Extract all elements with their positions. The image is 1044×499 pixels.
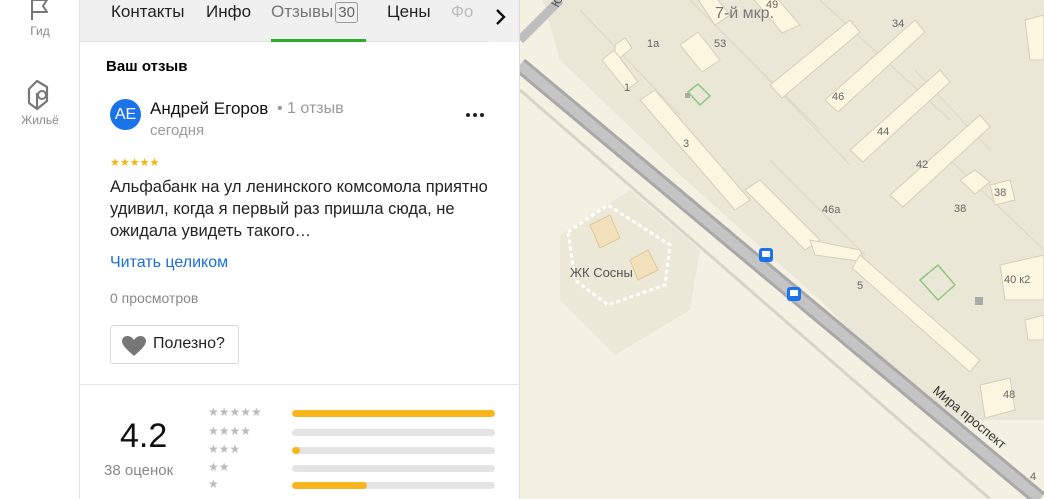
tabs-scroll-right-button[interactable] xyxy=(480,0,519,42)
tab-info[interactable]: Инфо xyxy=(206,2,251,22)
tab-label: Отзывы xyxy=(271,2,334,21)
rail-item-label: Гид xyxy=(30,24,50,38)
bus-stop-icon[interactable] xyxy=(787,287,801,301)
house-number: 46 xyxy=(832,91,844,103)
distribution-bar-fill xyxy=(292,482,368,489)
heart-icon xyxy=(122,336,146,356)
tab-contacts[interactable]: Контакты xyxy=(111,2,184,22)
tab-prices[interactable]: Цены xyxy=(387,2,431,22)
complex-label: ЖК Сосны xyxy=(570,265,633,280)
useful-label: Полезно? xyxy=(153,335,225,352)
author-review-count: • 1 отзыв xyxy=(277,100,344,117)
house-number: 44 xyxy=(877,126,889,138)
distribution-stars: ★★★★ xyxy=(208,424,252,438)
house-number: 4 xyxy=(1030,471,1036,483)
map-marker xyxy=(685,93,690,98)
org-panel: Контакты Инфо Отзывы 30 Цены Фо Ваш отзыв… xyxy=(80,0,520,499)
read-more-link[interactable]: Читать целиком xyxy=(110,254,228,272)
rail-item-guide[interactable]: Гид xyxy=(0,0,80,38)
rating-value: 4.2 xyxy=(120,417,168,455)
house-number: 38 xyxy=(994,187,1006,199)
map-marker xyxy=(975,297,983,305)
distribution-bar xyxy=(292,482,495,489)
distribution-bar xyxy=(292,447,495,454)
map-view[interactable]: Юно Мира проспект xyxy=(520,0,1044,499)
house-number: 49 xyxy=(766,0,778,11)
more-options-icon[interactable] xyxy=(462,110,488,122)
map-canvas[interactable]: Юно Мира проспект xyxy=(520,0,1044,499)
rating-count: 38 оценок xyxy=(104,462,174,479)
house-number: 1а xyxy=(647,38,660,50)
house-number: 3 xyxy=(683,138,689,150)
tab-photos[interactable]: Фо xyxy=(451,2,473,22)
bus-stop-icon[interactable] xyxy=(759,248,773,262)
house-number: 48 xyxy=(1003,389,1015,401)
distribution-bar-fill xyxy=(292,447,301,454)
reviews-count-badge: 30 xyxy=(335,2,358,23)
distribution-stars: ★★★★★ xyxy=(208,405,262,419)
distribution-stars: ★★★ xyxy=(208,442,241,456)
house-number: 40 к2 xyxy=(1004,274,1030,286)
rail-item-housing[interactable]: Жильё xyxy=(0,79,80,127)
review-text: Альфабанк на ул ленинского комсомола при… xyxy=(110,178,488,240)
tab-reviews[interactable]: Отзывы 30 xyxy=(271,2,358,23)
distribution-stars: ★★ xyxy=(208,460,230,474)
distribution-bar xyxy=(292,465,495,472)
useful-button[interactable]: Полезно? xyxy=(110,325,239,364)
house-number: 34 xyxy=(892,18,904,30)
house-number: 1 xyxy=(624,82,630,94)
house-number: 53 xyxy=(714,38,726,50)
review-author[interactable]: Андрей Егоров xyxy=(150,99,268,119)
review-rating-stars: ★★★★★ xyxy=(110,157,160,169)
your-review-title: Ваш отзыв xyxy=(106,58,188,75)
house-number: 38 xyxy=(954,203,966,215)
views-count: 0 просмотров xyxy=(110,290,199,306)
distribution-bar-fill xyxy=(292,410,495,417)
active-tab-indicator xyxy=(271,39,366,42)
rail-item-label: Жильё xyxy=(21,113,59,127)
house-number: 42 xyxy=(916,159,928,171)
divider xyxy=(80,384,519,385)
review-date: сегодня xyxy=(150,122,205,139)
distribution-bar xyxy=(292,410,495,417)
house-number: 46а xyxy=(822,204,841,216)
chevron-right-icon xyxy=(496,9,506,25)
house-icon xyxy=(27,79,49,111)
tab-bar: Контакты Инфо Отзывы 30 Цены Фо xyxy=(80,0,519,42)
distribution-bar xyxy=(292,429,495,436)
avatar[interactable]: АЕ xyxy=(110,99,141,130)
left-rail: Гид Жильё xyxy=(0,0,80,499)
house-number: 5 xyxy=(857,280,863,292)
distribution-stars: ★ xyxy=(208,477,219,491)
flag-icon xyxy=(31,0,48,20)
